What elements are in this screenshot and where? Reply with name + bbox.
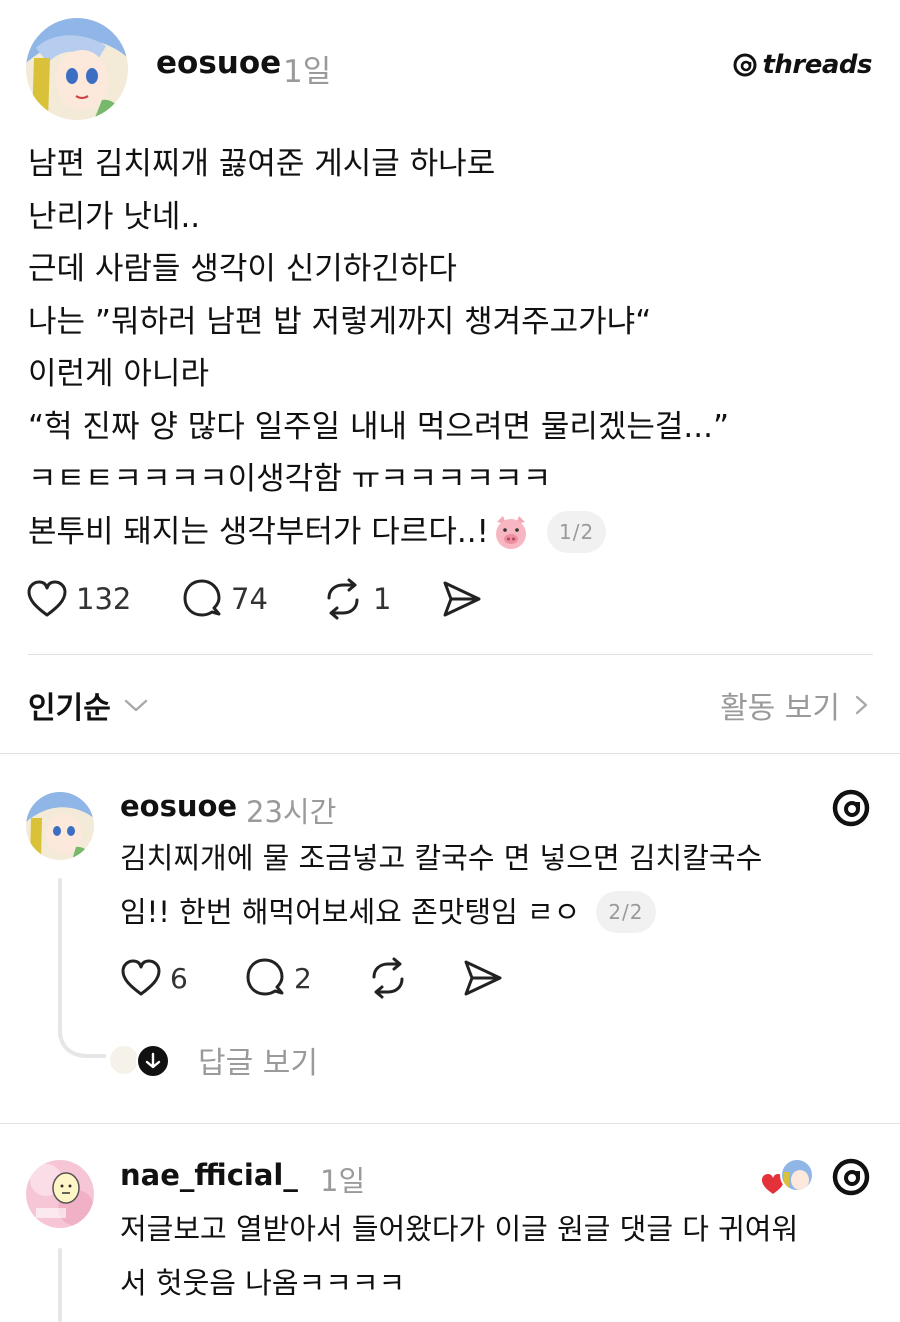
- reply-actions: 6 2: [120, 957, 504, 999]
- reply-line: 서 헛웃음 나옴ㅋㅋㅋㅋ: [120, 1266, 406, 1300]
- thread-pager: 1/2: [546, 510, 607, 553]
- avatar: [780, 1158, 814, 1192]
- divider: [0, 753, 900, 754]
- repost-count: 1: [373, 582, 392, 616]
- view-activity-link[interactable]: 활동 보기: [720, 683, 872, 727]
- reply-line: 임!! 한번 해먹어보세요 존맛탱임 ㄹㅇ: [120, 895, 581, 929]
- post-line: 난리가 낫네..: [28, 198, 201, 235]
- threads-logo-icon: [733, 53, 757, 77]
- post-text: 남편 김치찌개 끓여준 게시글 하나로 난리가 낫네.. 근데 사람들 생각이 …: [28, 138, 878, 558]
- comment-button[interactable]: 2: [244, 957, 366, 999]
- repost-icon: [372, 957, 404, 999]
- divider: [28, 654, 873, 655]
- threads-brand: threads: [732, 50, 872, 80]
- reply-line-last: 임!! 한번 해먹어보세요 존맛탱임 ㄹㅇ 2/2: [120, 885, 880, 939]
- view-activity-label: 활동 보기: [720, 691, 840, 726]
- comment-icon: [246, 958, 284, 996]
- threads-logo-icon[interactable]: [830, 1156, 872, 1198]
- author-username[interactable]: eosuoe: [156, 45, 281, 81]
- reply-text: 저글보고 열받아서 들어왔다가 이글 원글 댓글 다 귀여워 서 헛웃음 나옴ㅋ…: [120, 1202, 880, 1310]
- share-button[interactable]: [441, 579, 483, 619]
- reply-avatar[interactable]: [26, 1160, 94, 1228]
- pig-emoji-icon: [495, 515, 526, 549]
- view-replies-label: 답글 보기: [198, 1046, 318, 1081]
- thread-pager: 2/2: [596, 891, 656, 933]
- heart-icon: [121, 959, 161, 996]
- reply-username[interactable]: eosuoe: [120, 789, 237, 823]
- post-line: 본투비 돼지는 생각부터가 다르다..!: [28, 513, 489, 550]
- like-count: 6: [170, 961, 188, 995]
- like-count: 132: [76, 582, 132, 616]
- reply-line: 저글보고 열받아서 들어왔다가 이글 원글 댓글 다 귀여워: [120, 1212, 799, 1246]
- repost-button[interactable]: 1: [321, 578, 441, 620]
- like-button[interactable]: 132: [26, 579, 181, 619]
- post-line: ㅋㅌㅌㅋㅋㅋㅋ이생각함 ㅠㅋㅋㅋㅋㅋㅋ: [28, 461, 552, 497]
- liked-by-author-indicator: [760, 1158, 816, 1196]
- threads-logo-icon[interactable]: [830, 787, 872, 829]
- author-avatar[interactable]: [26, 18, 128, 120]
- post-line: 근데 사람들 생각이 신기하긴하다: [28, 251, 457, 287]
- post-line: 이런게 아니라: [28, 356, 209, 392]
- view-replies-button[interactable]: 답글 보기: [108, 1038, 318, 1082]
- thread-connector: [58, 1248, 62, 1322]
- arrow-down-icon: [136, 1044, 170, 1078]
- reply-text: 김치찌개에 물 조금넣고 칼국수 면 넣으면 김치칼국수 임!! 한번 해먹어보…: [120, 831, 880, 939]
- chevron-down-icon: [124, 699, 148, 712]
- repost-icon: [327, 578, 359, 620]
- threads-wordmark: threads: [762, 50, 872, 80]
- comment-button[interactable]: 74: [181, 578, 321, 620]
- post-line: “헉 진짜 양 많다 일주일 내내 먹으려면 물리겠는걸...”: [28, 408, 730, 445]
- replier-avatars: [108, 1040, 172, 1080]
- reply-time: 23시간: [246, 795, 337, 829]
- post-line-last: 본투비 돼지는 생각부터가 다르다..! 1/2: [28, 506, 878, 559]
- share-button[interactable]: [462, 958, 504, 998]
- like-button[interactable]: 6: [120, 958, 244, 998]
- sort-dropdown[interactable]: 인기순: [28, 683, 151, 727]
- share-icon: [464, 960, 502, 996]
- comment-count: 2: [294, 961, 312, 995]
- repost-button[interactable]: [366, 957, 462, 999]
- chevron-right-icon: [855, 695, 868, 715]
- post-line: 나는 ”뭐하러 남편 밥 저렇게까지 챙겨주고가냐“: [28, 303, 652, 340]
- share-icon: [443, 581, 481, 617]
- post-time: 1일: [283, 54, 332, 90]
- post-line: 남편 김치찌개 끓여준 게시글 하나로: [28, 146, 496, 182]
- thread-connector: [58, 878, 62, 1038]
- reply-line: 김치찌개에 물 조금넣고 칼국수 면 넣으면 김치칼국수: [120, 841, 763, 875]
- divider: [0, 1123, 900, 1124]
- thread-connector-curve: [58, 1030, 106, 1058]
- reply-time: 1일: [320, 1164, 366, 1198]
- heart-icon: [27, 580, 67, 617]
- reply-username[interactable]: nae_fficial_: [120, 1158, 298, 1192]
- comment-icon: [183, 579, 221, 617]
- sort-label: 인기순: [28, 691, 111, 726]
- reply-avatar[interactable]: [26, 792, 94, 860]
- comment-count: 74: [231, 582, 268, 616]
- post-actions: 132 74 1: [26, 578, 483, 620]
